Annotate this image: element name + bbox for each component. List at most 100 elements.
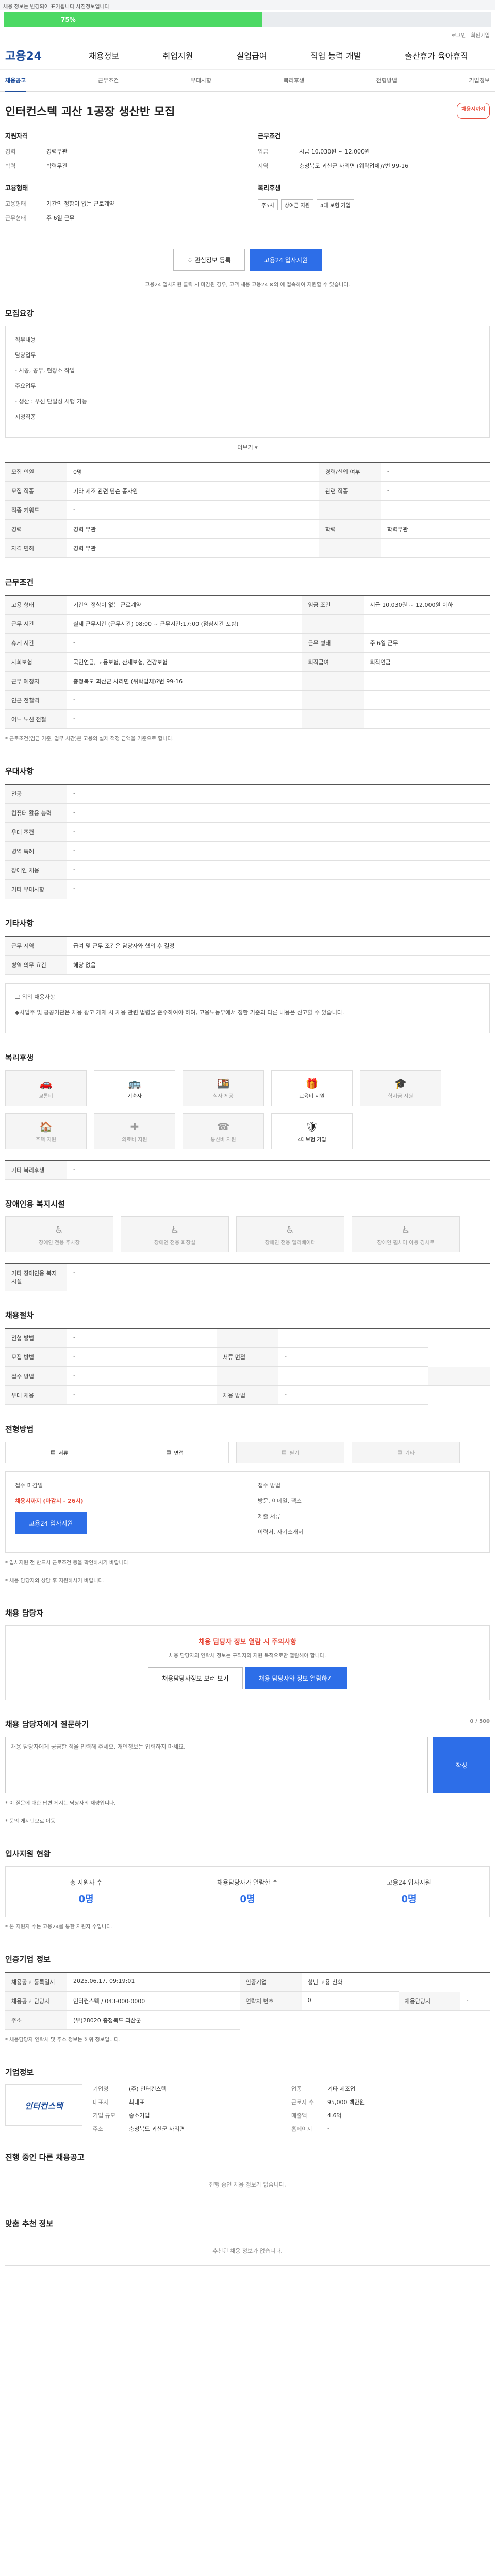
table-cell — [302, 614, 364, 634]
table-cell: 인터컨스텍 / 043-000-0000 — [67, 1991, 240, 2011]
tab-item[interactable]: 근무조건 — [98, 76, 119, 84]
table-cell: 고용 형태 — [5, 595, 67, 615]
accessibility-icon: ♿ — [55, 1223, 64, 1236]
table-row: 주소 (우)28020 충청북도 괴산군 — [5, 2010, 490, 2030]
loc-value: 충청북도 괴산군 사리면 (위탁업체)?번 99-16 — [299, 163, 409, 170]
table-cell: 해당 없음 — [67, 955, 490, 975]
company-field: 95,000 백만원 — [327, 2099, 365, 2106]
company-field: 업종 — [291, 2086, 302, 2092]
recommend-section: 맞춤 추천 정보 추천된 채용 정보가 없습니다. — [0, 2209, 495, 2275]
job-title: 인터컨스텍 괴산 1공장 생산반 모집 — [5, 106, 175, 118]
table-cell: 채용 방법 — [217, 1385, 278, 1405]
medical-icon: ✚ — [130, 1120, 139, 1133]
table-cell: 병역 의무 요건 — [5, 955, 67, 975]
table-row: 우대 채용 - 채용 방법 - — [5, 1385, 490, 1405]
accessibility-icon: ♿ — [286, 1223, 295, 1236]
table-cell: 휴게 시간 — [5, 633, 67, 653]
nav-item[interactable]: 취업지원 — [162, 49, 193, 61]
nav-item[interactable]: 실업급여 — [237, 49, 267, 61]
table-cell: - — [67, 879, 490, 899]
work-title: 근무조건 — [5, 578, 34, 587]
welfare-chip: 상여금 지원 — [280, 199, 314, 210]
apply-method-label: 필기 — [289, 1450, 299, 1456]
deadline-key: 접수 마감일 — [15, 1482, 43, 1489]
stat-item: 채용담당자가 열람한 수 0명 — [167, 1867, 328, 1917]
table-cell: 우대 채용 — [5, 1385, 67, 1405]
apply-method: ▤ 필기 — [236, 1442, 344, 1463]
table-cell: 전형 방법 — [5, 1328, 67, 1348]
table-cell: - — [381, 481, 490, 501]
pref-table: 전공 - 컴퓨터 활용 능력 - 우대 조건 - 병역 특례 - 장애인 채용 - 기타 우대사항 - — [5, 784, 490, 899]
work-table: 고용 형태 기간의 정함이 없는 근로계약 임금 조건 시급 10,030원 ~ 12… — [5, 595, 490, 729]
contact-title: 채용 담당자 — [5, 1608, 44, 1618]
related-empty: 진행 중인 채용 정보가 없습니다. — [5, 2170, 490, 2199]
save-job-button[interactable]: ♡ 관심정보 등록 — [173, 249, 245, 271]
qa-submit-button[interactable]: 작성 — [433, 1737, 490, 1793]
nav-item[interactable]: 출산휴가 육아휴직 — [405, 49, 468, 61]
welfare-heading: 복리후생 — [258, 184, 281, 192]
table-row: 어느 노선 전철 - — [5, 709, 490, 729]
top-notice: 채용 정보는 변경되어 표기됩니다 사진정보입니다 — [0, 0, 495, 10]
company-logo: 인터컨스텍 — [5, 2084, 82, 2126]
welfare-other-value: - — [67, 1160, 490, 1180]
table-cell: 경력/신입 여부 — [319, 462, 381, 482]
table-cell: - — [460, 1991, 490, 2011]
qa-note: * 이 질문에 대한 답변 게시는 담당자의 재량입니다. — [5, 1801, 116, 1806]
welfare-item: 🚌 기숙사 — [94, 1070, 175, 1106]
stat-value: 0명 — [240, 1894, 255, 1905]
qualify-heading: 지원자격 — [5, 132, 28, 140]
apply-section: 전형방법 ▤ 서류 ▤ 면접 ▤ 필기 ▤ 기타 접수 마감일 채용시까지 (마감시 - 26… — [0, 1414, 495, 1598]
table-cell: - — [67, 803, 490, 823]
other-title: 기타사항 — [5, 919, 34, 928]
table-row: 사회보험 국민연금, 고용보험, 산재보험, 건강보험 퇴직급여 퇴직연금 — [5, 652, 490, 672]
table-cell — [302, 671, 364, 691]
apply-method-label: 면접 — [174, 1450, 184, 1456]
stat-label: 채용담당자가 열람한 수 — [217, 1879, 278, 1886]
company-field: 기타 제조업 — [327, 2086, 356, 2092]
apply-button-2[interactable]: 고용24 입사지원 — [15, 1512, 87, 1534]
tab-item[interactable]: 전형방법 — [376, 76, 397, 84]
table-cell: 전공 — [5, 784, 67, 804]
tab-item[interactable]: 우대사항 — [191, 76, 211, 84]
contact-view-button[interactable]: 채용담당자정보 보러 보기 — [148, 1667, 243, 1689]
disability-item: ♿ 장애인 전용 화장실 — [121, 1216, 229, 1252]
table-cell: - — [67, 784, 490, 804]
util-link[interactable]: 회원가입 — [471, 31, 490, 39]
table-row: 휴게 시간 - 근무 형태 주 6일 근무 — [5, 633, 490, 653]
table-cell: - — [67, 1385, 217, 1405]
stats-box: 총 지원자 수 0명 채용담당자가 열람한 수 0명 고용24 입사지원 0명 — [5, 1866, 490, 1917]
progress-fill — [4, 12, 262, 27]
work-section: 근무조건 고용 형태 기간의 정함이 없는 근로계약 임금 조건 시급 10,030원… — [0, 567, 495, 756]
tab-item[interactable]: 채용공고 — [5, 76, 26, 92]
stat-item: 고용24 입사지원 0명 — [328, 1867, 489, 1917]
table-cell: 관련 직종 — [319, 481, 381, 501]
site-logo[interactable]: 고용24 — [5, 47, 67, 63]
table-cell — [319, 500, 381, 520]
apply-button[interactable]: 고용24 입사지원 — [250, 249, 322, 271]
welfare-item: ☎ 통신비 지원 — [183, 1113, 264, 1149]
nav-item[interactable]: 채용정보 — [89, 49, 119, 61]
table-cell: 연락처 번호 — [239, 1991, 302, 2011]
related-title: 진행 중인 다른 채용공고 — [5, 2153, 85, 2162]
section-tabs: 채용공고 근무조건 우대사항 복리후생 전형방법 기업정보 — [0, 70, 495, 92]
table-cell: 모집 방법 — [5, 1347, 67, 1367]
tab-item[interactable]: 복리후생 — [284, 76, 304, 84]
main-nav: 채용정보 취업지원 실업급여 직업 능력 개발 출산휴가 육아휴직 — [67, 49, 490, 61]
table-cell — [428, 1366, 490, 1386]
util-link[interactable]: 로그인 — [452, 31, 466, 39]
qa-section: 채용 담당자에게 질문하기 0 / 500 작성 * 이 질문에 대한 답변 게시… — [0, 1709, 495, 1839]
bus-icon: 🚌 — [128, 1077, 141, 1090]
nav-item[interactable]: 직업 능력 개발 — [310, 49, 361, 61]
qa-input[interactable] — [5, 1737, 428, 1793]
stat-label: 고용24 입사지원 — [387, 1879, 431, 1886]
qa-counter: 0 / 500 — [470, 1719, 490, 1724]
table-cell: 실제 근무시간 (근무시간) 08:00 ~ 근무시간:17:00 (점심시간 … — [67, 614, 302, 634]
apply-title: 전형방법 — [5, 1425, 34, 1434]
tab-item[interactable]: 기업정보 — [469, 76, 489, 84]
table-cell: 사회보험 — [5, 652, 67, 672]
house-icon: 🏠 — [39, 1120, 53, 1133]
table-cell: 어느 노선 전철 — [5, 709, 67, 729]
disability-item: ♿ 장애인 휠체어 이동 경사로 — [352, 1216, 460, 1252]
more-button[interactable]: 더보기 ▾ — [5, 443, 490, 451]
contact-open-button[interactable]: 채용 담당자와 정보 열람하기 — [244, 1667, 347, 1689]
